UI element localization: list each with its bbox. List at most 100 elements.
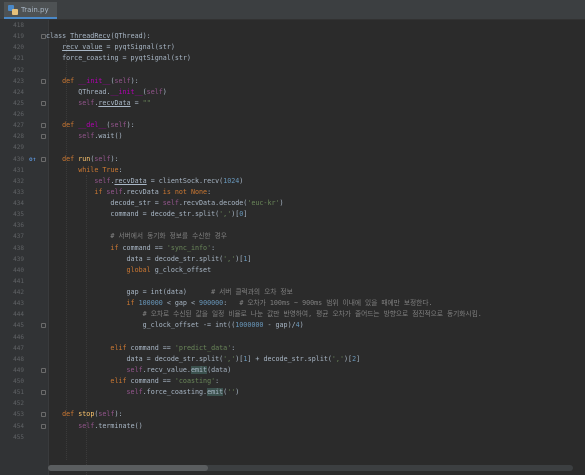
- code-line[interactable]: 455: [0, 432, 585, 443]
- code-line[interactable]: 426: [0, 109, 585, 120]
- line-number: 441: [13, 277, 24, 285]
- code-line[interactable]: 439 data = decode_str.split(',')[1]: [0, 254, 585, 265]
- line-number: 454: [13, 422, 24, 430]
- code-text: command = decode_str.split(',')[0]: [46, 210, 248, 219]
- code-line[interactable]: 437 # 서버에서 동기화 정보를 수신한 경우: [0, 231, 585, 242]
- code-line[interactable]: 433 if self.recvData is not None:: [0, 187, 585, 198]
- line-number: 418: [13, 22, 24, 29]
- line-number: 444: [13, 311, 24, 319]
- code-line[interactable]: 434 decode_str = self.recvData.decode('e…: [0, 198, 585, 209]
- editor-tab-bar: Train.py: [0, 0, 585, 20]
- code-line[interactable]: 436: [0, 220, 585, 231]
- code-text: self.recv_value.emit(data): [126, 365, 232, 374]
- code-text: if 100000 < gap < 900000: # 오차가 100ms ~ …: [126, 299, 433, 308]
- code-line[interactable]: 435 command = decode_str.split(',')[0]: [0, 209, 585, 220]
- line-number: 453: [13, 411, 24, 419]
- line-number: 419: [13, 33, 24, 41]
- python-file-icon: [8, 4, 18, 15]
- code-line[interactable]: 443 if 100000 < gap < 900000: # 오차가 100m…: [0, 298, 585, 309]
- code-text: def run(self):: [62, 154, 119, 163]
- line-number: 451: [13, 389, 24, 397]
- code-line[interactable]: 445 g_clock_offset -= int((1000000 - gap…: [0, 320, 585, 331]
- code-line[interactable]: 431 while True:: [0, 165, 585, 176]
- line-number: 429: [13, 144, 24, 152]
- code-text: elif command == 'coasting':: [110, 377, 220, 385]
- code-text: self.wait(): [78, 132, 123, 141]
- line-number: 436: [13, 222, 24, 230]
- code-line[interactable]: 442 gap = int(data) # 서버 클럭과의 오차 정보: [0, 287, 585, 298]
- code-line[interactable]: 446: [0, 332, 585, 343]
- code-text: def __del__(self):: [62, 121, 135, 130]
- code-text: data = decode_str.split(',')[1]: [46, 254, 252, 263]
- line-number: 447: [13, 344, 24, 352]
- code-line[interactable]: 448 data = decode_str.split(',')[1] + de…: [0, 354, 585, 365]
- code-line[interactable]: 429: [0, 142, 585, 153]
- code-line[interactable]: 424 QThread.__init__(self): [0, 87, 585, 98]
- code-line[interactable]: 454 self.terminate(): [0, 421, 585, 432]
- line-number: 434: [13, 200, 24, 207]
- line-number: 435: [13, 211, 24, 219]
- code-text: self.recvData = clientSock.recv(1024): [94, 176, 244, 185]
- code-line[interactable]: 447 elif command == 'predict_data':: [0, 343, 585, 354]
- line-number: 438: [13, 244, 24, 252]
- code-line[interactable]: 422: [0, 65, 585, 76]
- override-marker-icon[interactable]: o↑: [29, 154, 39, 165]
- line-number: 446: [13, 333, 24, 341]
- code-text: data = decode_str.split(',')[1] + decode…: [46, 354, 361, 363]
- line-number: 440: [13, 266, 24, 274]
- code-text: recv_value = pyqtSignal(str): [62, 43, 175, 52]
- line-number: 452: [13, 400, 24, 408]
- line-number: 449: [13, 366, 24, 374]
- line-number: 439: [13, 255, 24, 263]
- line-number: 445: [13, 322, 24, 330]
- code-line[interactable]: 427 def __del__(self):: [0, 120, 585, 131]
- tab-train-py[interactable]: Train.py: [4, 2, 57, 19]
- line-number: 420: [13, 44, 24, 52]
- code-text: gap = int(data) # 서버 클럭과의 오차 정보: [46, 288, 293, 296]
- line-number: 431: [13, 166, 24, 174]
- line-number: 422: [13, 66, 24, 74]
- code-lines: 418 419 class ThreadRecv(QThread): 420 recv…: [0, 20, 585, 443]
- line-number: 442: [13, 289, 24, 296]
- code-line[interactable]: 430 o↑ def run(self):: [0, 154, 585, 165]
- code-editor[interactable]: 418 419 class ThreadRecv(QThread): 420 recv…: [0, 20, 585, 475]
- line-number: 455: [13, 433, 24, 441]
- code-text: QThread.__init__(self): [46, 87, 167, 96]
- horizontal-scrollbar[interactable]: [48, 465, 573, 471]
- code-text: global g_clock_offset: [126, 265, 212, 274]
- code-line[interactable]: 428 self.wait(): [0, 131, 585, 142]
- code-line[interactable]: 444 # 오차로 수신된 값을 일정 비율로 나눈 값만 반영하여, 평균 오…: [0, 309, 585, 320]
- code-text: self.recvData = "": [78, 98, 151, 107]
- line-number: 430: [13, 155, 24, 163]
- code-line[interactable]: 423 def __init__(self):: [0, 76, 585, 87]
- scrollbar-thumb[interactable]: [48, 465, 208, 471]
- code-line[interactable]: 432 self.recvData = clientSock.recv(1024…: [0, 176, 585, 187]
- code-text: def stop(self):: [62, 410, 123, 419]
- code-line[interactable]: 441: [0, 276, 585, 287]
- tab-label: Train.py: [21, 5, 49, 14]
- code-line[interactable]: 421 force_coasting = pyqtSignal(str): [0, 53, 585, 64]
- code-text: # 서버에서 동기화 정보를 수신한 경우: [110, 232, 227, 241]
- code-line[interactable]: 419 class ThreadRecv(QThread):: [0, 31, 585, 42]
- code-line[interactable]: 420 recv_value = pyqtSignal(str): [0, 42, 585, 53]
- code-text: # 오차로 수신된 값을 일정 비율로 나눈 값만 반영하여, 평균 오차가 줄…: [142, 310, 482, 319]
- line-number: 437: [13, 233, 24, 241]
- code-line[interactable]: 453 def stop(self):: [0, 409, 585, 420]
- code-line[interactable]: 440 global g_clock_offset: [0, 265, 585, 276]
- code-text: self.force_coasting.emit(''): [126, 388, 240, 397]
- line-number: 427: [13, 122, 24, 130]
- code-line[interactable]: 425 self.recvData = "": [0, 98, 585, 109]
- code-line[interactable]: 450 elif command == 'coasting':: [0, 376, 585, 387]
- code-text: if command == 'sync_info':: [110, 243, 216, 252]
- code-line[interactable]: 438 if command == 'sync_info':: [0, 243, 585, 254]
- code-line[interactable]: 418: [0, 20, 585, 31]
- code-line[interactable]: 449 self.recv_value.emit(data): [0, 365, 585, 376]
- code-text: if self.recvData is not None:: [94, 187, 212, 196]
- code-line[interactable]: 452: [0, 398, 585, 409]
- line-number: 433: [13, 188, 24, 196]
- line-number: 432: [13, 177, 24, 185]
- code-line[interactable]: 451 self.force_coasting.emit(''): [0, 387, 585, 398]
- code-text: self.terminate(): [78, 421, 143, 430]
- code-text: decode_str = self.recvData.decode('euc-k…: [46, 199, 284, 207]
- code-text: force_coasting = pyqtSignal(str): [46, 54, 191, 63]
